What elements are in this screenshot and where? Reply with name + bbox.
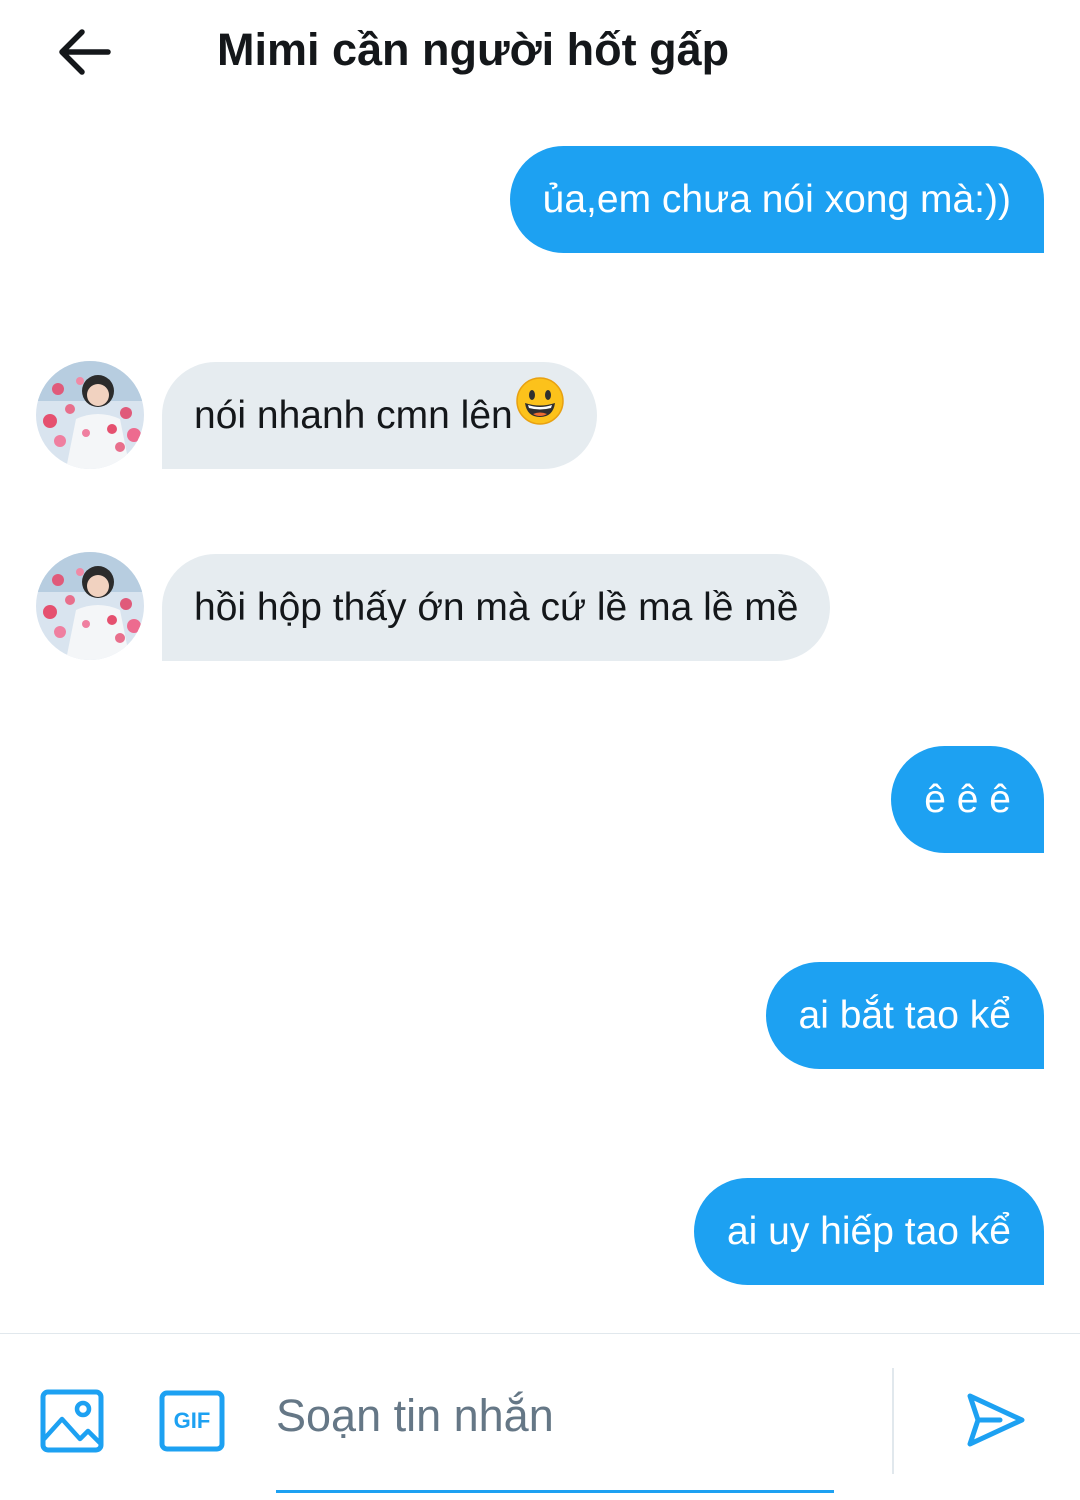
message-bubble-incoming[interactable]: hồi hộp thấy ớn mà cứ lề ma lề mề xyxy=(162,554,831,661)
header: Mimi cần người hốt gấp xyxy=(0,0,1080,105)
message-bubble-outgoing[interactable]: ai bắt tao kể xyxy=(765,962,1044,1069)
message-bubble-outgoing[interactable]: ê ê ê xyxy=(891,746,1044,853)
input-underline xyxy=(276,1490,834,1493)
send-button[interactable] xyxy=(966,1390,1026,1450)
image-icon xyxy=(40,1389,104,1453)
message-text: hồi hộp thấy ớn mà cứ lề ma lề mề xyxy=(194,586,799,629)
message-text: nói nhanh cmn lên xyxy=(194,394,513,437)
add-gif-button[interactable]: GIF xyxy=(159,1390,225,1452)
message-bubble-outgoing[interactable]: ai uy hiếp tao kể xyxy=(693,1178,1044,1285)
avatar[interactable] xyxy=(36,361,144,469)
gif-label: GIF xyxy=(173,1408,211,1433)
back-button[interactable] xyxy=(52,20,116,84)
conversation-title: Mimi cần người hốt gấp xyxy=(217,24,730,75)
message-input[interactable] xyxy=(276,1368,834,1500)
arrow-left-icon xyxy=(59,29,111,75)
message-text: ai bắt tao kể xyxy=(798,994,1011,1037)
message-input-wrapper xyxy=(276,1368,834,1500)
message-text: ê ê ê xyxy=(924,778,1011,821)
message-text: ủa,em chưa nói xong mà:)) xyxy=(542,178,1011,221)
send-icon xyxy=(967,1393,1025,1447)
composer-divider xyxy=(892,1368,894,1474)
avatar-image xyxy=(36,552,144,660)
avatar-image xyxy=(36,361,144,469)
message-bubble-incoming[interactable]: nói nhanh cmn lên xyxy=(162,362,597,469)
message-text: ai uy hiếp tao kể xyxy=(726,1210,1011,1253)
add-image-button[interactable] xyxy=(40,1389,104,1453)
message-bubble-outgoing[interactable]: ủa,em chưa nói xong mà:)) xyxy=(509,146,1044,253)
grinning-face-emoji xyxy=(515,360,565,467)
avatar[interactable] xyxy=(36,552,144,660)
